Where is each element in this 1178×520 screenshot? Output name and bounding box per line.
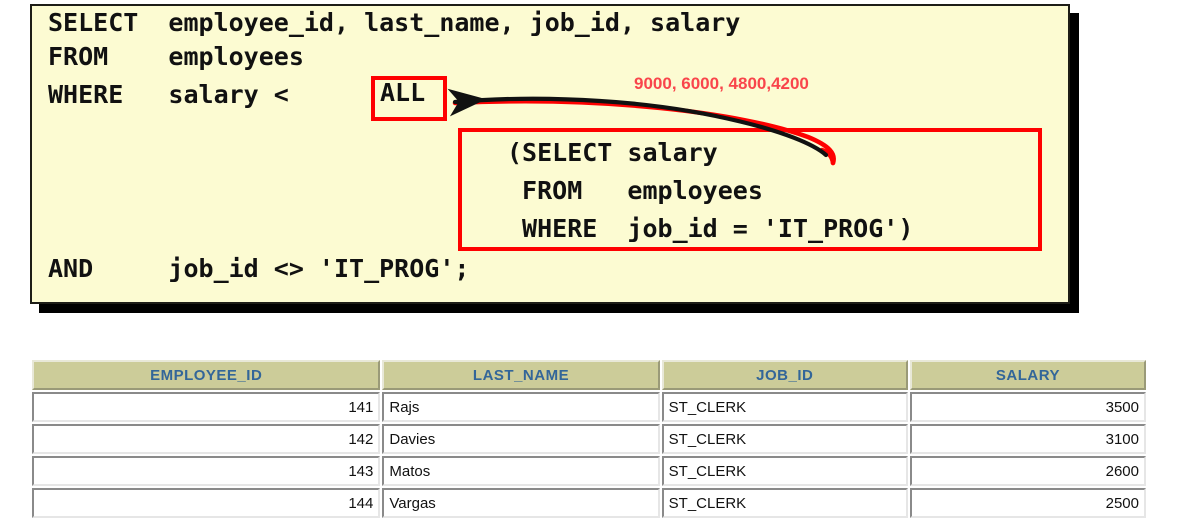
query-results-table: EMPLOYEE_ID LAST_NAME JOB_ID SALARY 141 … <box>30 358 1148 520</box>
cell-job-id: ST_CLERK <box>661 392 908 422</box>
highlight-box-subquery <box>458 128 1042 251</box>
sql-from-line: FROM employees <box>48 42 304 71</box>
cell-last-name: Rajs <box>382 392 660 422</box>
cell-job-id: ST_CLERK <box>661 424 908 454</box>
table-row: 143 Matos ST_CLERK 2600 <box>32 456 1146 486</box>
sql-and-line: AND job_id <> 'IT_PROG'; <box>48 254 470 283</box>
cell-last-name: Matos <box>382 456 660 486</box>
cell-employee-id: 143 <box>32 456 381 486</box>
table-row: 141 Rajs ST_CLERK 3500 <box>32 392 1146 422</box>
column-header-last-name[interactable]: LAST_NAME <box>382 360 660 390</box>
highlight-box-all-keyword: ALL <box>371 76 447 121</box>
sql-all-keyword: ALL <box>380 78 426 107</box>
sql-select-line: SELECT employee_id, last_name, job_id, s… <box>48 8 741 37</box>
cell-employee-id: 144 <box>32 488 381 518</box>
column-header-salary[interactable]: SALARY <box>909 360 1146 390</box>
cell-employee-id: 142 <box>32 424 381 454</box>
cell-job-id: ST_CLERK <box>661 488 908 518</box>
column-header-job-id[interactable]: JOB_ID <box>661 360 908 390</box>
table-header-row: EMPLOYEE_ID LAST_NAME JOB_ID SALARY <box>32 360 1146 390</box>
column-header-employee-id[interactable]: EMPLOYEE_ID <box>32 360 381 390</box>
cell-last-name: Vargas <box>382 488 660 518</box>
cell-salary: 3100 <box>909 424 1146 454</box>
table-row: 144 Vargas ST_CLERK 2500 <box>32 488 1146 518</box>
annotation-salary-values: 9000, 6000, 4800,4200 <box>634 74 809 93</box>
cell-salary: 2600 <box>909 456 1146 486</box>
cell-salary: 2500 <box>909 488 1146 518</box>
cell-salary: 3500 <box>909 392 1146 422</box>
sql-where-line: WHERE salary < <box>48 80 289 109</box>
cell-employee-id: 141 <box>32 392 381 422</box>
table-row: 142 Davies ST_CLERK 3100 <box>32 424 1146 454</box>
cell-job-id: ST_CLERK <box>661 456 908 486</box>
cell-last-name: Davies <box>382 424 660 454</box>
